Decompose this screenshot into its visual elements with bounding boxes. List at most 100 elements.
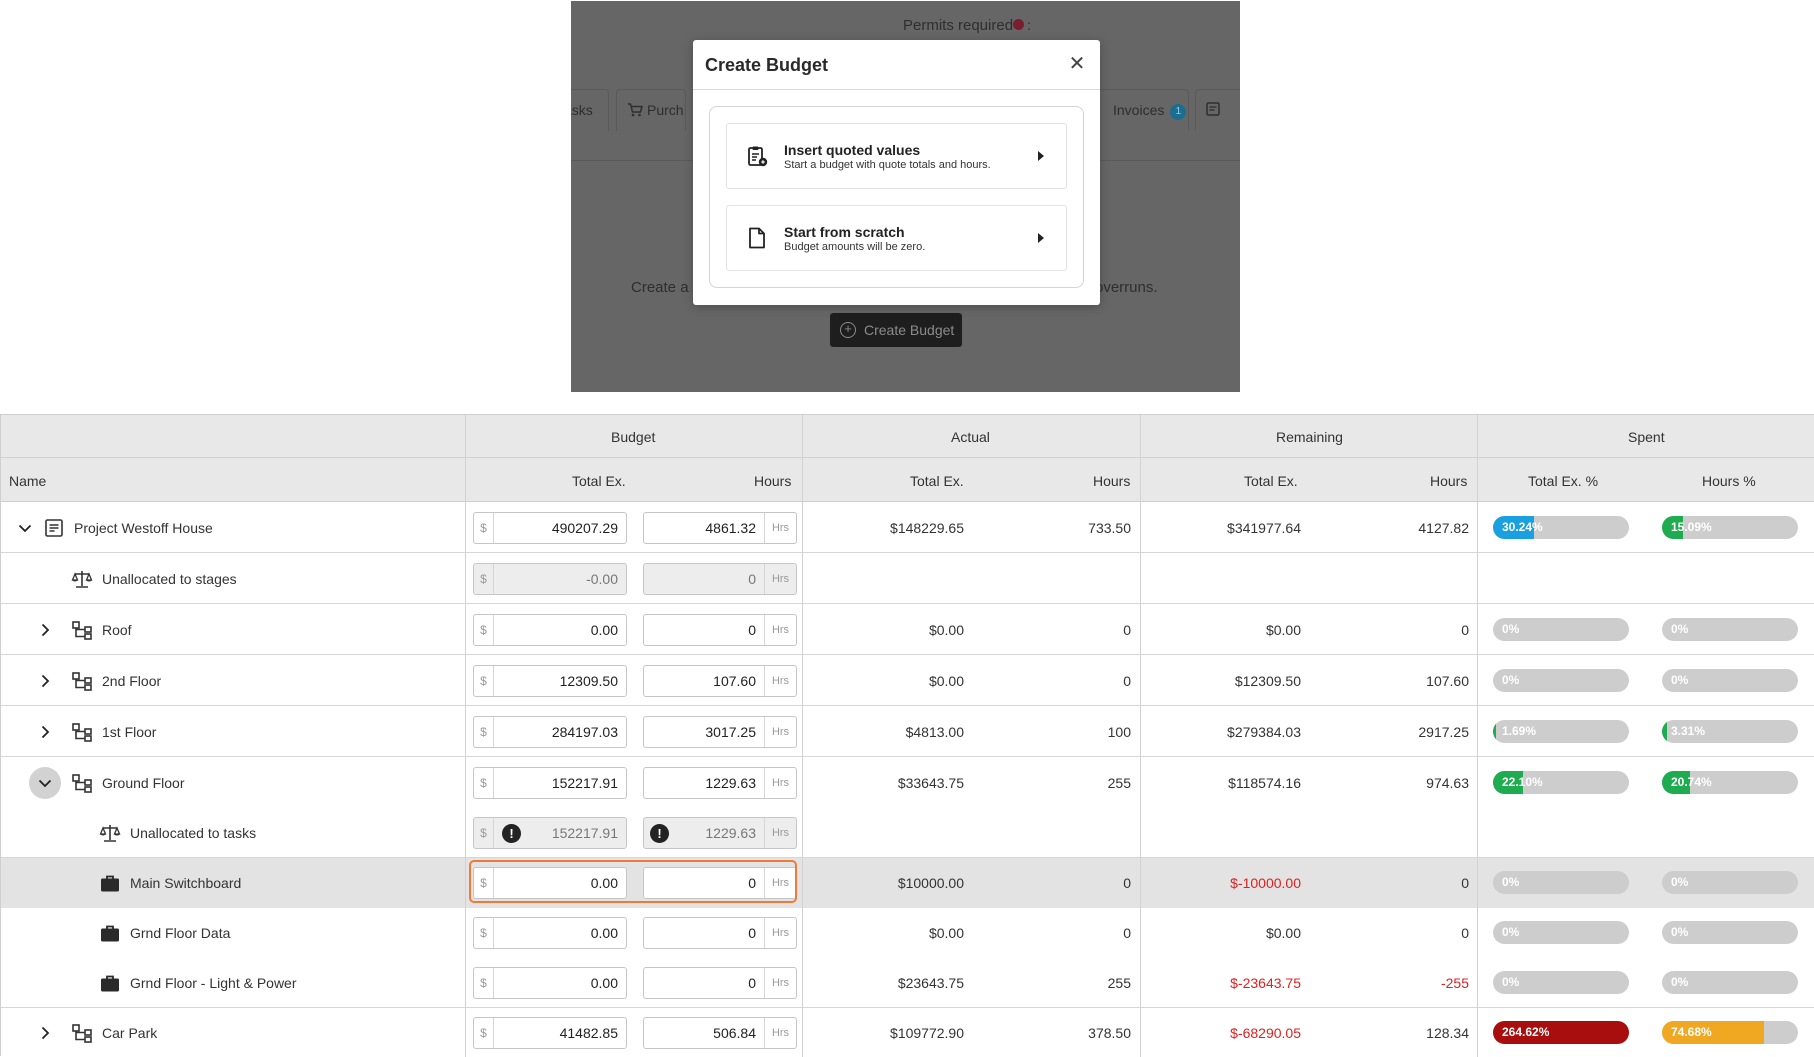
budget-hours-value: 0 <box>748 571 756 587</box>
table-row[interactable]: Project Westoff House $490207.29 4861.32 Hr… <box>1 502 1814 553</box>
chevron-down-icon[interactable] <box>29 767 61 799</box>
hours-suffix: Hrs <box>764 968 796 998</box>
chevron-right-icon[interactable] <box>37 724 53 740</box>
budget-total-input[interactable]: $0.00 <box>473 917 627 949</box>
budget-total-value: 12309.50 <box>559 673 618 689</box>
row-name: Unallocated to stages <box>102 571 237 587</box>
budget-hours-value: 0 <box>748 925 756 941</box>
spent-hours-progress-bar: 0% <box>1662 921 1798 944</box>
budget-hours-input[interactable]: 1229.63 Hrs <box>643 767 797 799</box>
budget-total-input[interactable]: $0.00 <box>473 967 627 999</box>
remaining-hours-cell: 4127.82 <box>1418 520 1469 536</box>
remaining-total-cell: $0.00 <box>1265 622 1301 638</box>
progress-label: 0% <box>1502 622 1520 636</box>
budget-total-input[interactable]: $0.00 <box>473 867 627 899</box>
column-header-actual-hours[interactable]: Hours <box>1093 473 1130 489</box>
budget-hours-input[interactable]: 0 Hrs <box>643 867 797 899</box>
budget-total-input[interactable]: $0.00 <box>473 614 627 646</box>
currency-prefix: $ <box>474 768 494 798</box>
chevron-right-icon[interactable] <box>37 673 53 689</box>
table-row[interactable]: Main Switchboard $0.00 0 Hrs $10000.00 0 $-100… <box>1 858 1814 908</box>
budget-hours-input[interactable]: 4861.32 Hrs <box>643 512 797 544</box>
actual-total-cell: $0.00 <box>928 925 964 941</box>
budget-hours-input[interactable]: 107.60 Hrs <box>643 665 797 697</box>
row-name: Project Westoff House <box>74 520 213 536</box>
budget-hours-input[interactable]: 506.84 Hrs <box>643 1017 797 1049</box>
spent-total-progress-bar: 264.62% <box>1493 1021 1629 1044</box>
tab-tasks-label: asks <box>571 102 593 118</box>
column-header-spent-hours[interactable]: Hours % <box>1702 473 1756 489</box>
budget-total-input[interactable]: $41482.85 <box>473 1017 627 1049</box>
budget-hours-input[interactable]: 0 Hrs <box>643 967 797 999</box>
table-row[interactable]: Unallocated to stages $ -0.00 0 Hrs <box>1 553 1814 604</box>
budget-total-value: 0.00 <box>590 622 618 638</box>
progress-label: 20.74% <box>1671 775 1712 789</box>
budget-total-input[interactable]: $152217.91 <box>473 767 627 799</box>
table-row[interactable]: Grnd Floor Data $0.00 0 Hrs $0.00 0 $0.00 0 0% 0% <box>1 908 1814 958</box>
tab-purchases[interactable]: Purch <box>616 89 686 131</box>
hierarchy-icon <box>71 772 93 794</box>
budget-hours-input: 0 Hrs <box>643 563 797 595</box>
column-header-name[interactable]: Name <box>9 473 46 489</box>
table-row[interactable]: Car Park $41482.85 506.84 Hrs $109772.90 378.… <box>1 1008 1814 1057</box>
budget-total-value: 152217.91 <box>551 775 618 791</box>
budget-total-input[interactable]: $490207.29 <box>473 512 627 544</box>
permits-required-label: Permits required <box>903 17 1014 34</box>
column-divider <box>1477 415 1478 1057</box>
progress-label: 0% <box>1502 875 1520 889</box>
hours-suffix: Hrs <box>764 768 796 798</box>
create-budget-button[interactable]: + Create Budget <box>830 313 962 347</box>
actual-total-cell: $109772.90 <box>890 1025 964 1041</box>
budget-total-input[interactable]: $284197.03 <box>473 716 627 748</box>
empty-state-text-left: Create a <box>631 279 689 296</box>
grid-group-header: Budget Actual Remaining Spent <box>1 415 1814 458</box>
column-header-actual-total[interactable]: Total Ex. <box>910 473 964 489</box>
column-header-budget-total[interactable]: Total Ex. <box>572 473 626 489</box>
tab-invoices[interactable]: Invoices 1 <box>1099 89 1189 131</box>
budget-total-value: 0.00 <box>590 925 618 941</box>
grid-column-header: Name Total Ex. Hours Total Ex. Hours Tot… <box>1 458 1814 502</box>
tab-notes[interactable] <box>1195 89 1240 131</box>
actual-hours-cell: 733.50 <box>1088 520 1131 536</box>
actual-hours-cell: 255 <box>1107 775 1131 791</box>
budget-total-input[interactable]: $12309.50 <box>473 665 627 697</box>
close-icon[interactable]: ✕ <box>1066 53 1088 75</box>
table-row[interactable]: Roof $0.00 0 Hrs $0.00 0 $0.00 0 0% 0% <box>1 604 1814 655</box>
table-row[interactable]: 1st Floor $284197.03 3017.25 Hrs $4813.00 100… <box>1 706 1814 757</box>
table-row[interactable]: Unallocated to tasks $! 152217.91! 1229.63 H… <box>1 808 1814 858</box>
exclamation-circle-icon: ! <box>502 824 521 843</box>
insert-quoted-values-option[interactable]: Insert quoted values Start a budget with… <box>726 123 1067 189</box>
spent-total-progress-bar: 1.69% <box>1493 720 1629 743</box>
column-header-remaining-total[interactable]: Total Ex. <box>1244 473 1298 489</box>
column-header-budget-hours[interactable]: Hours <box>754 473 791 489</box>
remaining-total-cell: $-68290.05 <box>1230 1025 1301 1041</box>
option-subtitle: Budget amounts will be zero. <box>784 241 926 253</box>
column-header-remaining-hours[interactable]: Hours <box>1430 473 1467 489</box>
budget-hours-input[interactable]: 3017.25 Hrs <box>643 716 797 748</box>
permits-colon: : <box>1027 17 1031 33</box>
budget-hours-value: 4861.32 <box>705 520 756 536</box>
budget-hours-input[interactable]: 0 Hrs <box>643 917 797 949</box>
blank-document-icon <box>749 227 765 249</box>
chevron-right-icon[interactable] <box>37 622 53 638</box>
currency-prefix: $ <box>474 1018 494 1048</box>
row-name: 1st Floor <box>102 724 157 740</box>
tab-tasks[interactable]: asks <box>571 89 609 131</box>
column-header-spent-total[interactable]: Total Ex. % <box>1528 473 1598 489</box>
progress-label: 0% <box>1502 673 1520 687</box>
row-name: Unallocated to tasks <box>130 825 257 841</box>
chevron-right-icon[interactable] <box>37 1025 53 1041</box>
progress-label: 0% <box>1502 975 1520 989</box>
row-name: Roof <box>102 622 132 638</box>
progress-label: 0% <box>1502 925 1520 939</box>
spent-hours-progress-bar: 0% <box>1662 669 1798 692</box>
start-from-scratch-option[interactable]: Start from scratch Budget amounts will b… <box>726 205 1067 271</box>
table-row[interactable]: Ground Floor $152217.91 1229.63 Hrs $33643.7… <box>1 757 1814 808</box>
table-row[interactable]: Grnd Floor - Light & Power $0.00 0 Hrs $2364… <box>1 958 1814 1008</box>
remaining-hours-cell: 128.34 <box>1426 1025 1469 1041</box>
chevron-down-icon[interactable] <box>17 520 33 536</box>
currency-prefix: $ <box>474 868 494 898</box>
empty-state-text-right: overruns. <box>1095 279 1158 296</box>
budget-hours-input[interactable]: 0 Hrs <box>643 614 797 646</box>
table-row[interactable]: 2nd Floor $12309.50 107.60 Hrs $0.00 0 $12309.… <box>1 655 1814 706</box>
